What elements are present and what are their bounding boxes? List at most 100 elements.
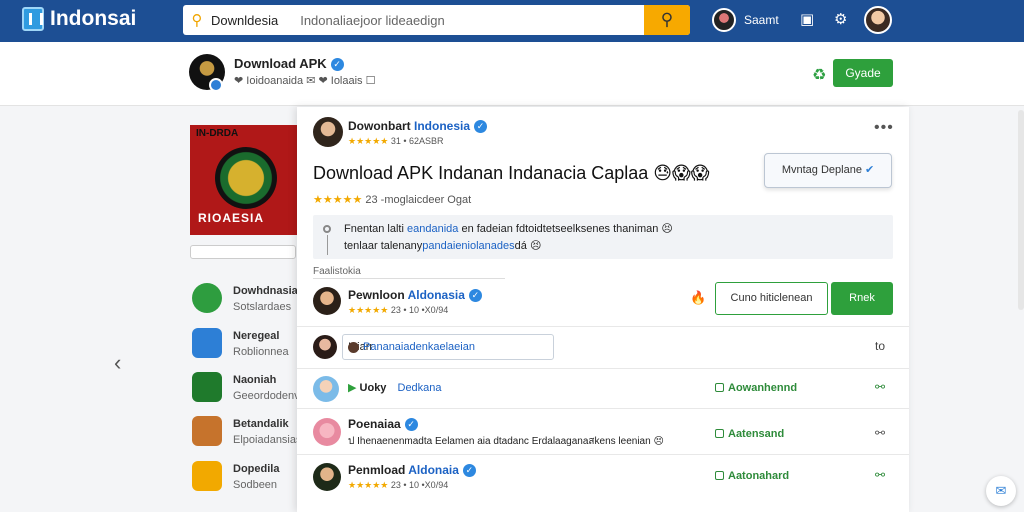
commenter-name[interactable]: Pewnloon Aldonasia ✓ [348, 288, 482, 303]
brand-logo[interactable]: Indonsai [22, 7, 136, 31]
search-button[interactable]: ⚲ [644, 5, 690, 35]
sidebar-app-item[interactable]: Dowhdnasian Sotslardaes [192, 281, 305, 317]
reply-input[interactable]: Pananaiadenkaelaeian [342, 334, 554, 360]
row-action[interactable]: Aowanhennd [715, 382, 797, 394]
search-scope-label[interactable]: Downldesia [211, 13, 278, 28]
refresh-icon[interactable]: ♻ [812, 65, 826, 85]
commenter-name[interactable]: Poenaiaa ✓ [348, 417, 418, 432]
mention-icon[interactable]: ⚯ [875, 468, 885, 482]
sidebar-app-item[interactable]: Betandalik Elpoiadansias [192, 414, 302, 450]
commenter-avatar[interactable] [313, 418, 341, 446]
star-rating-icon: ★★★★★ [348, 136, 389, 146]
post-rating: ★★★★★ 23 -moglaicdeer Ogat [313, 193, 471, 206]
search-icon: ⚲ [191, 12, 203, 29]
description-link[interactable]: eandanida [407, 223, 458, 235]
description-text: dá 😣 [514, 240, 542, 252]
description-line-2: tenlaar talenanypandaieniolanadesdá 😣 [344, 239, 541, 252]
app-subtitle: Sodbeen [233, 479, 278, 491]
commenter-name-link: Aldonasia [407, 288, 465, 302]
chevron-down-icon: ✔ [864, 164, 875, 176]
chevron-left-icon[interactable]: ‹ [114, 350, 121, 376]
app-icon [192, 416, 222, 446]
chat-fab-button[interactable]: ✉ [986, 476, 1016, 506]
post-description: Fnentan lalti eandanida en fadeian fdtoi… [313, 215, 893, 259]
post-title: Download APK Indanan Indanacia Caplaa 😓😱… [313, 163, 710, 183]
sidebar-app-item[interactable]: Dopedila Sodbeen [192, 459, 302, 495]
commenter-meta-text: 23 • 10 •X0/94 [390, 305, 449, 315]
flame-icon[interactable]: 🔥 [690, 290, 706, 306]
banner-caption-bar [190, 245, 296, 259]
author-name[interactable]: Dowonbart Indonesia ✓ [348, 119, 488, 134]
commenter-name-text: Pewnloon [348, 288, 405, 302]
row-action-text: Aatensand [728, 428, 785, 440]
author-avatar[interactable] [313, 117, 343, 147]
comment-row: Poenaiaa ✓ ป Ihenaenenmadta Eelamen aia d… [297, 409, 909, 455]
star-rating-icon: ★★★★★ [313, 194, 363, 206]
row-end-label[interactable]: to [875, 339, 885, 353]
commenter-avatar[interactable] [313, 335, 337, 359]
author-meta: ★★★★★ 31 • 62ASBR [348, 136, 444, 147]
profile-name: Download APK ✓ [234, 56, 344, 72]
user-menu[interactable]: Saamt [712, 8, 779, 32]
primary-action-button[interactable]: Rnek [831, 282, 893, 315]
app-icon [192, 372, 222, 402]
pin-icon [323, 225, 331, 233]
description-link[interactable]: pandaieniolanades [422, 240, 514, 252]
commenter-tag: Dedkana [397, 382, 442, 394]
app-subtitle: Roblionnea [233, 346, 289, 358]
row-action-text: Aowanhennd [728, 382, 798, 394]
sidebar-app-item[interactable]: Neregeal Roblionnea [192, 326, 302, 362]
banner-text: RIOAESIA [198, 211, 265, 225]
page-scrollbar[interactable] [1018, 110, 1024, 310]
commenter-name-text: Penmload [348, 463, 406, 477]
author-name-link: Indonesia [414, 119, 471, 133]
author-meta-text: 31 • 62ASBR [390, 136, 444, 146]
app-icon [192, 328, 222, 358]
app-banner-image[interactable]: IN-DRDA RIOAESIA [190, 125, 298, 235]
author-name-text: Dowonbart [348, 119, 411, 133]
profile-header: Download APK ✓ ❤ Ioidoanaida ✉ ❤ Iolaais … [0, 42, 1024, 106]
commenter-message: ป Ihenaenenmadta Eelamen aia dtadanc Erd… [348, 436, 664, 447]
commenter-name-text: Uoky [359, 382, 387, 394]
reply-avatar [348, 342, 359, 353]
verified-icon: ✓ [474, 120, 488, 134]
mention-icon[interactable]: ⚯ [875, 426, 885, 440]
description-text: Fnentan lalti [344, 223, 404, 235]
checkbox-icon [715, 429, 724, 438]
more-options-icon[interactable]: ••• [874, 119, 894, 137]
app-subtitle: Elpoiadansias [233, 434, 302, 446]
sort-dropdown[interactable]: Mvntag Deplane ✔ [764, 153, 892, 188]
reply-input-text: Pananaiadenkaelaeian [363, 341, 475, 353]
commenter-meta: ★★★★★ 23 • 10 •X0/94 [348, 305, 448, 316]
gear-icon[interactable]: ⚙ [834, 10, 847, 28]
emblem-icon [215, 147, 277, 209]
brand-logo-icon [22, 7, 44, 31]
brand-name: Indonsai [50, 7, 137, 30]
commenter-name[interactable]: Penmload Aldonaia ✓ [348, 463, 476, 478]
commenter-avatar[interactable] [313, 287, 341, 315]
app-title: Dowhdnasian [233, 285, 305, 297]
app-title: Neregeal [233, 330, 280, 342]
secondary-action-button[interactable]: Cuno hiticlenean [715, 282, 828, 315]
commenter-avatar[interactable] [313, 463, 341, 491]
search-input[interactable] [300, 12, 644, 28]
description-text: tenlaar talenany [344, 240, 423, 252]
commenter-name-text: Poenaiaa [348, 417, 401, 431]
commenter-name[interactable]: ▶ Uoky Dedkana [348, 381, 442, 394]
app-title: Dopedila [233, 463, 280, 475]
user-name: Saamt [744, 13, 779, 27]
mention-icon[interactable]: ⚯ [875, 380, 885, 394]
commenter-avatar[interactable] [313, 376, 339, 402]
row-action[interactable]: Aatensand [715, 428, 784, 440]
comment-row: Penmload Aldonaia ✓ ★★★★★ 23 • 10 •X0/94 … [297, 455, 909, 503]
profile-avatar-button[interactable] [864, 6, 892, 34]
banner-top-text: IN-DRDA [196, 128, 239, 139]
device-icon[interactable]: ▣ [800, 10, 814, 28]
profile-subtitle: ❤ Ioidoanaida ✉ ❤ Iolaais ☐ [234, 75, 376, 87]
app-icon [192, 461, 222, 491]
row-action[interactable]: Aatonahard [715, 470, 789, 482]
commenter-meta-text: 23 • 10 •X0/94 [390, 480, 449, 490]
commenter-meta: ★★★★★ 23 • 10 •X0/94 [348, 480, 448, 491]
sidebar-app-item[interactable]: Naoniah Geeordodenvian [192, 370, 314, 406]
follow-button[interactable]: Gyade [833, 59, 893, 87]
